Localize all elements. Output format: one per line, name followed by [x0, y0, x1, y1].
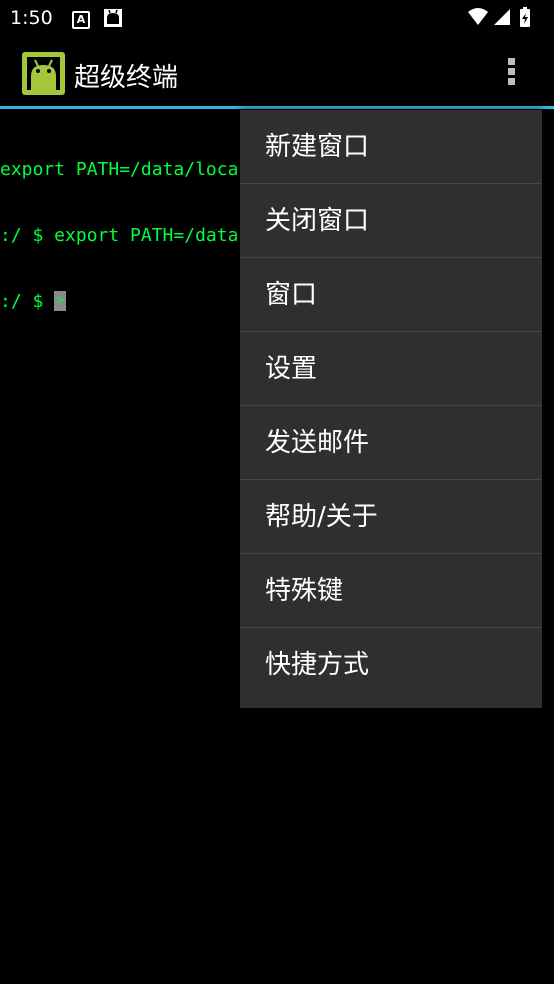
android-app-icon[interactable] [22, 52, 65, 95]
signal-icon [494, 9, 510, 25]
app-title: 超级终端 [74, 63, 179, 93]
menu-item-new-window[interactable]: 新建窗口 [240, 110, 542, 184]
menu-item-windows[interactable]: 窗口 [240, 258, 542, 332]
menu-item-shortcuts[interactable]: 快捷方式 [240, 628, 542, 702]
menu-item-special-keys[interactable]: 特殊键 [240, 554, 542, 628]
menu-item-help-about[interactable]: 帮助/关于 [240, 480, 542, 554]
menu-item-send-email[interactable]: 发送邮件 [240, 406, 542, 480]
overflow-menu: 新建窗口 关闭窗口 窗口 设置 发送邮件 帮助/关于 特殊键 快捷方式 [240, 110, 542, 708]
font-notification-icon: A [72, 11, 90, 29]
action-bar: 超级终端 [0, 38, 554, 106]
action-bar-divider [0, 106, 554, 109]
system-status-icons [468, 7, 530, 27]
status-bar: 1:50 A [0, 0, 554, 38]
wifi-icon [468, 8, 488, 25]
android-notification-icon [104, 9, 122, 27]
status-time: 1:50 [10, 7, 53, 29]
more-vert-icon[interactable] [496, 56, 526, 92]
terminal-prompt: :/ $ [0, 291, 55, 312]
menu-item-close-window[interactable]: 关闭窗口 [240, 184, 542, 258]
battery-icon [520, 7, 530, 27]
terminal-cursor: > [54, 291, 67, 311]
menu-item-settings[interactable]: 设置 [240, 332, 542, 406]
